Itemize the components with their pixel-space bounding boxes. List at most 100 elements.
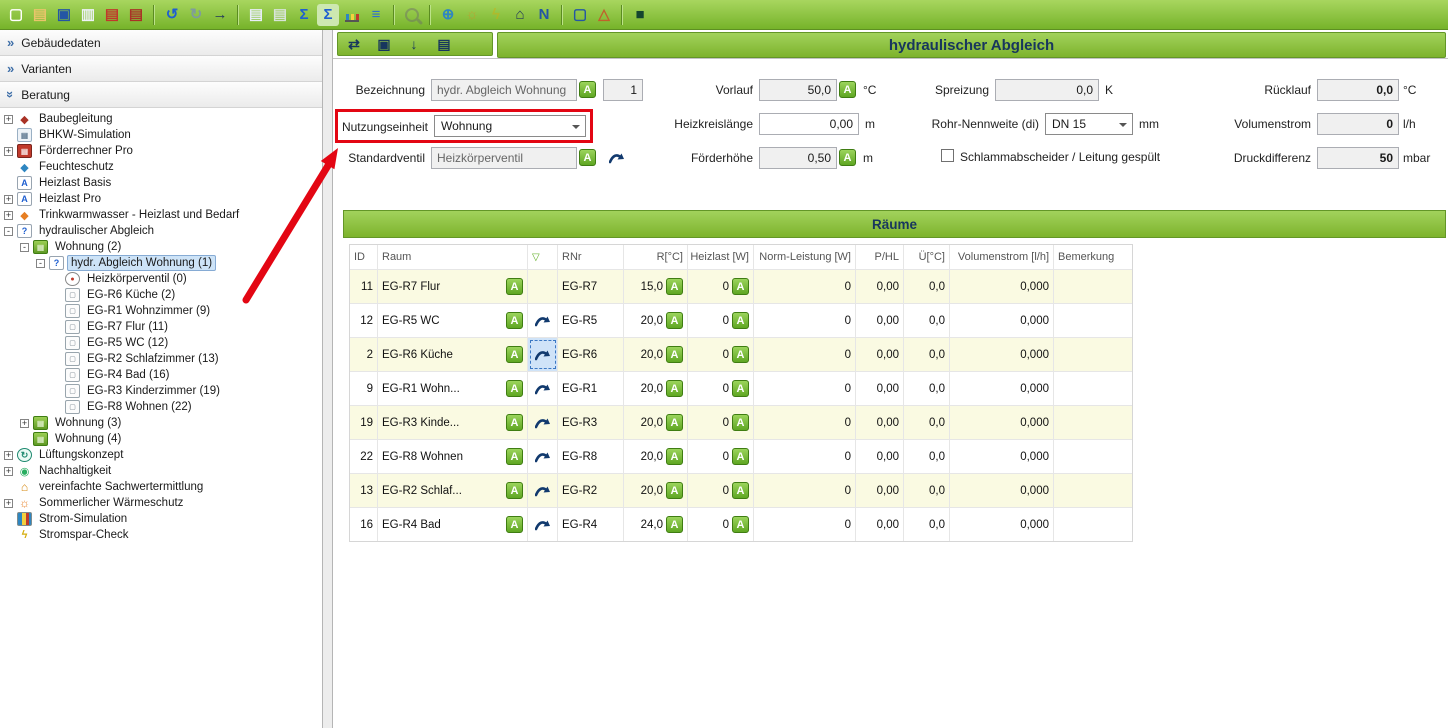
column-header-r[interactable]: R[°C] [624,245,688,269]
tree-item[interactable]: -hydr. Abgleich Wohnung (1) [0,255,322,271]
volumenstrom-input[interactable]: 0 [1317,113,1399,135]
import-folder-icon[interactable]: ▤ [101,4,123,26]
nutzungseinheit-dropdown[interactable]: Wohnung [434,115,586,137]
tree-item[interactable]: EG-R4 Bad (16) [0,367,322,383]
bezeichnung-auto-button[interactable]: A [579,81,596,98]
auto-value-button[interactable]: A [506,346,523,363]
jump-to-room-cell[interactable] [528,440,558,473]
jump-to-room-cell[interactable] [528,338,558,371]
column-header-bem[interactable]: Bemerkung [1054,245,1130,269]
standardventil-jump-button[interactable] [603,147,631,169]
tree-item[interactable]: Stromspar-Check [0,527,322,543]
tree-item[interactable]: Heizlast Basis [0,175,322,191]
save-icon[interactable]: ▣ [53,4,75,26]
jump-to-room-cell[interactable] [528,474,558,507]
column-header-id[interactable]: ID [350,245,378,269]
stop-icon[interactable]: ■ [629,4,651,26]
bezeichnung-input[interactable]: hydr. Abgleich Wohnung [431,79,577,101]
open-folder-icon[interactable]: ▤ [29,4,51,26]
home-icon[interactable]: ⌂ [509,4,531,26]
section-varianten[interactable]: » Varianten [0,56,322,82]
vorlauf-auto-button[interactable]: A [839,81,856,98]
section-gebaeudedaten[interactable]: » Gebäudedaten [0,30,322,56]
auto-value-button[interactable]: A [666,278,683,295]
table-row[interactable]: 13EG-R2 Schlaf...AEG-R220,0A0A00,000,00,… [350,473,1132,507]
tree-item[interactable]: EG-R2 Schlafzimmer (13) [0,351,322,367]
tree-item[interactable]: +Heizlast Pro [0,191,322,207]
split-view-icon[interactable]: ⇄ [343,33,365,55]
expand-icon[interactable]: + [4,499,13,508]
table-row[interactable]: 11EG-R7 FlurAEG-R715,0A0A00,000,00,000 [350,269,1132,303]
column-header-ue[interactable]: Ü[°C] [904,245,950,269]
tree-item[interactable]: +Baubegleitung [0,111,322,127]
auto-value-button[interactable]: A [666,482,683,499]
auto-value-button[interactable]: A [732,380,749,397]
tree-item[interactable]: BHKW-Simulation [0,127,322,143]
standardventil-input[interactable]: Heizkörperventil [431,147,577,169]
auto-value-button[interactable]: A [506,278,523,295]
list-icon[interactable]: ≡ [365,4,387,26]
window-icon[interactable]: ▢ [569,4,591,26]
filter-icon[interactable]: ▽ [532,252,540,263]
column-header-arrow[interactable]: ▽ [528,245,558,269]
auto-value-button[interactable]: A [506,312,523,329]
auto-value-button[interactable]: A [732,448,749,465]
copy-page-icon[interactable]: ▣ [373,33,395,55]
section-beratung[interactable]: » Beratung [0,82,322,108]
ruecklauf-input[interactable]: 0,0 [1317,79,1399,101]
expand-icon[interactable]: + [4,115,13,124]
tree-item[interactable]: +Lüftungskonzept [0,447,322,463]
nb-badge-icon[interactable]: N [533,4,555,26]
expand-icon[interactable]: + [4,451,13,460]
tree-item[interactable]: EG-R5 WC (12) [0,335,322,351]
jump-to-room-cell[interactable] [528,372,558,405]
tree-item[interactable]: EG-R7 Flur (11) [0,319,322,335]
column-header-norm[interactable]: Norm-Leistung [W] [754,245,856,269]
collapse-icon[interactable]: - [4,227,13,236]
tree-item[interactable]: Feuchteschutz [0,159,322,175]
collapse-icon[interactable]: - [36,259,45,268]
tree-item[interactable]: EG-R8 Wohnen (22) [0,399,322,415]
sidebar-splitter[interactable] [323,30,333,728]
auto-value-button[interactable]: A [732,278,749,295]
vorlauf-input[interactable]: 50,0 [759,79,837,101]
jump-to-room-cell[interactable] [528,304,558,337]
jump-to-room-cell[interactable] [528,406,558,439]
table-row[interactable]: 12EG-R5 WCAEG-R520,0A0A00,000,00,000 [350,303,1132,337]
redo-icon[interactable]: ↻ [185,4,207,26]
collapse-icon[interactable]: - [20,243,29,252]
column-header-rnr[interactable]: RNr [558,245,624,269]
auto-value-button[interactable]: A [732,346,749,363]
auto-value-button[interactable]: A [666,448,683,465]
expand-icon[interactable]: + [4,195,13,204]
tree-item[interactable]: +Förderrechner Pro [0,143,322,159]
export-folder-icon[interactable]: ▤ [125,4,147,26]
jump-to-room-cell[interactable] [528,508,558,541]
tree-item[interactable]: -hydraulischer Abgleich [0,223,322,239]
tree-item[interactable]: -Wohnung (2) [0,239,322,255]
jump-to-room-cell[interactable] [528,270,558,303]
auto-value-button[interactable]: A [666,414,683,431]
auto-value-button[interactable]: A [666,516,683,533]
tree-item[interactable]: EG-R6 Küche (2) [0,287,322,303]
auto-value-button[interactable]: A [666,312,683,329]
table-row[interactable]: 9EG-R1 Wohn...AEG-R120,0A0A00,000,00,000 [350,371,1132,405]
tree-item[interactable]: +Trinkwarmwasser - Heizlast und Bedarf [0,207,322,223]
druckdifferenz-input[interactable]: 50 [1317,147,1399,169]
zoom-icon[interactable] [401,4,423,26]
tree-item[interactable]: +Nachhaltigkeit [0,463,322,479]
document-sum-icon[interactable]: ▤ [269,4,291,26]
schlammabscheider-checkbox[interactable] [941,149,954,162]
lfd-nr-field[interactable]: 1 [603,79,643,101]
tree-item[interactable]: vereinfachte Sachwertermittlung [0,479,322,495]
auto-value-button[interactable]: A [506,380,523,397]
standardventil-auto-button[interactable]: A [579,149,596,166]
auto-value-button[interactable]: A [506,482,523,499]
heizkreislaenge-input[interactable]: 0,00 [759,113,859,135]
sum-green-icon[interactable]: Σ [317,4,339,26]
report-book-icon[interactable]: ▤ [433,33,455,55]
column-header-raum[interactable]: Raum [378,245,528,269]
sort-icon[interactable]: ↓ [403,33,425,55]
expand-icon[interactable]: + [4,147,13,156]
tree-item[interactable]: Heizkörperventil (0) [0,271,322,287]
